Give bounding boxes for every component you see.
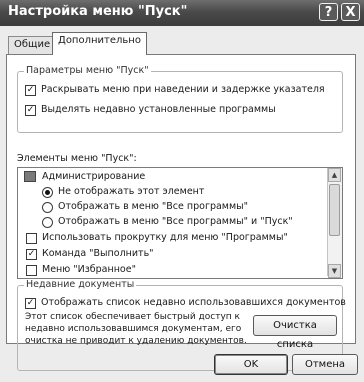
show-recent-docs-checkbox[interactable]: ✓ <box>25 298 36 309</box>
recent-docs-label: Недавние документы <box>24 279 137 290</box>
radio-hide-item-label: Не отображать этот элемент <box>58 186 205 197</box>
tab-general[interactable]: Общие <box>8 36 57 55</box>
run-command-label: Команда "Выполнить" <box>42 248 154 259</box>
highlight-new-programs-checkbox[interactable]: ✓ <box>25 105 36 116</box>
close-button[interactable]: X <box>341 3 360 21</box>
show-recent-docs-label: Отображать список недавно использовавших… <box>41 297 346 308</box>
run-command-checkbox[interactable]: ✓ <box>26 249 37 260</box>
expand-on-hover-label: Раскрывать меню при наведении и задержке… <box>41 84 325 95</box>
radio-hide-item[interactable] <box>42 187 53 198</box>
cancel-button[interactable]: Отмена <box>292 354 358 375</box>
title-bar: Настройка меню "Пуск" ? X <box>0 0 364 26</box>
scroll-down-button[interactable]: ▼ <box>328 264 341 278</box>
start-menu-params-label: Параметры меню "Пуск" <box>24 65 151 76</box>
tab-advanced[interactable]: Дополнительно <box>52 32 147 55</box>
expand-on-hover-checkbox[interactable]: ✓ <box>25 85 36 96</box>
favorites-menu-label: Меню "Избранное" <box>42 264 136 275</box>
radio-show-all-and-start[interactable] <box>42 217 53 228</box>
tab-panel-advanced: Параметры меню "Пуск" ✓ Раскрывать меню … <box>6 54 356 371</box>
ok-button[interactable]: OK <box>214 354 288 375</box>
admin-tools-header: Администрирование <box>42 171 146 182</box>
start-menu-elements-label: Элементы меню "Пуск": <box>17 153 137 164</box>
admin-tools-icon <box>24 171 36 182</box>
recent-docs-description: Этот список обеспечивает быстрый доступ … <box>25 312 247 346</box>
favorites-menu-checkbox[interactable] <box>26 265 37 276</box>
scroll-thumb[interactable] <box>329 184 340 236</box>
radio-show-all-programs-label: Отображать в меню "Все программы" <box>58 201 248 212</box>
scroll-programs-label: Использовать прокрутку для меню "Програм… <box>42 232 288 243</box>
clear-list-button[interactable]: Очистка списка <box>253 315 337 350</box>
list-scrollbar[interactable]: ▲ ▼ <box>327 168 342 278</box>
highlight-new-programs-label: Выделять недавно установленные программы <box>41 104 276 115</box>
help-button[interactable]: ? <box>319 3 338 21</box>
radio-show-all-and-start-label: Отображать в меню "Все программы" и "Пус… <box>58 216 293 227</box>
radio-show-all-programs[interactable] <box>42 202 53 213</box>
scroll-programs-checkbox[interactable] <box>26 233 37 244</box>
dialog-body: Общие Дополнительно Параметры меню "Пуск… <box>0 26 364 382</box>
start-menu-elements-list[interactable]: Администрирование Не отображать этот эле… <box>17 167 343 279</box>
window-title: Настройка меню "Пуск" <box>8 4 188 19</box>
scroll-up-button[interactable]: ▲ <box>328 168 341 182</box>
start-menu-params-group: Параметры меню "Пуск" <box>17 65 343 133</box>
